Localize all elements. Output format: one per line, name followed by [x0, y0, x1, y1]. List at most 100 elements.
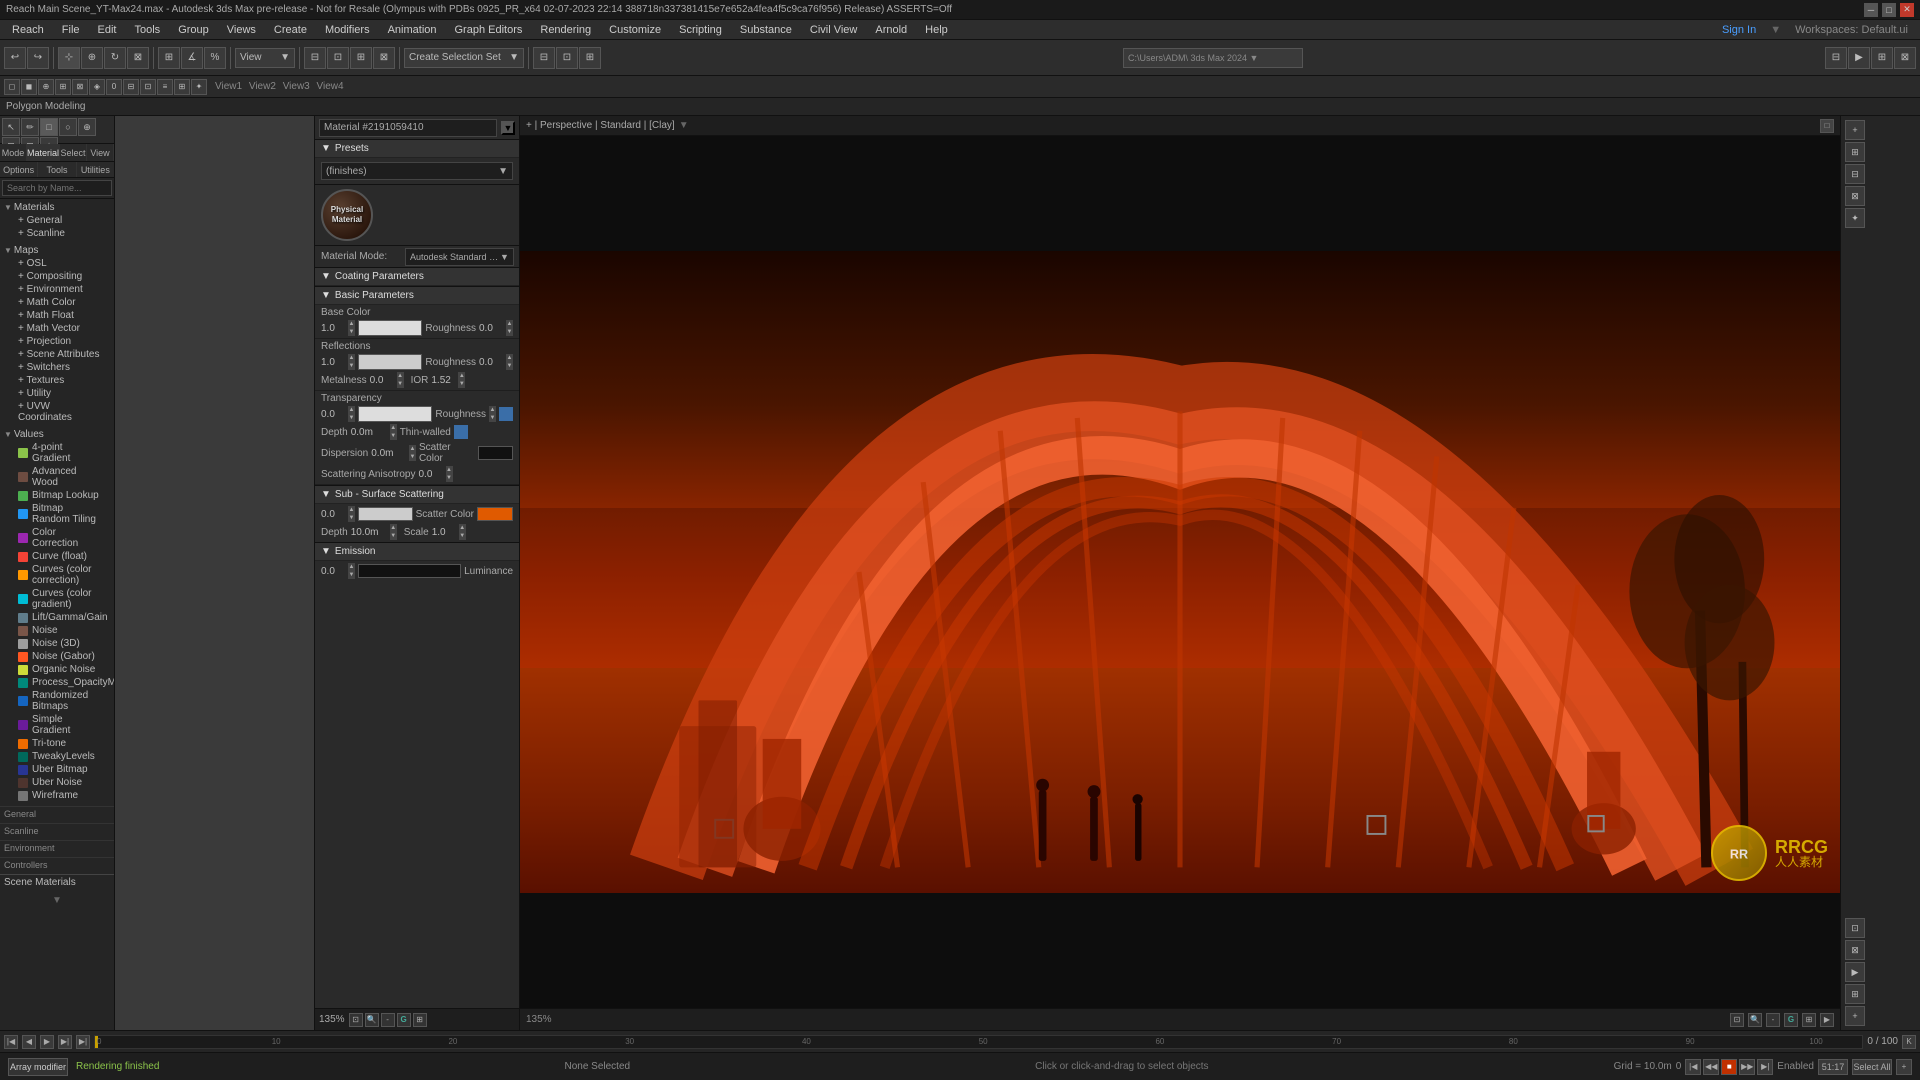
menu-animation[interactable]: Animation: [380, 22, 445, 38]
menu-file[interactable]: File: [54, 22, 88, 38]
menu-views[interactable]: Views: [219, 22, 264, 38]
render-button[interactable]: ▶: [1848, 47, 1870, 69]
signin-button[interactable]: Sign In: [1714, 22, 1764, 38]
menu-customize[interactable]: Customize: [601, 22, 669, 38]
item-wireframe[interactable]: Wireframe: [4, 789, 110, 802]
maps-header[interactable]: ▼ Maps: [4, 244, 110, 257]
lp-icon-pen[interactable]: ✏: [21, 118, 39, 136]
sub-tool-5[interactable]: ⊠: [72, 79, 88, 95]
rp-view-btn-5[interactable]: +: [1845, 1006, 1865, 1026]
menu-create[interactable]: Create: [266, 22, 315, 38]
search-input[interactable]: [2, 180, 112, 196]
timeline-prev-button[interactable]: ◀: [22, 1035, 36, 1049]
sss-scale-up[interactable]: ▲: [459, 524, 466, 532]
material-close-button[interactable]: ▼: [501, 121, 515, 135]
item-randomized[interactable]: Randomized Bitmaps: [4, 689, 110, 713]
rrough-up[interactable]: ▲: [506, 354, 513, 362]
item-organic[interactable]: Organic Noise: [4, 663, 110, 676]
rp-view-btn-1[interactable]: ⊡: [1845, 918, 1865, 938]
sub-tool-2[interactable]: ◼: [21, 79, 37, 95]
item-textures[interactable]: + Textures: [4, 374, 110, 387]
timeline-next-button[interactable]: ▶|: [58, 1035, 72, 1049]
item-osl[interactable]: + OSL: [4, 257, 110, 270]
lp-icon-circle[interactable]: ○: [59, 118, 77, 136]
base-color-swatch[interactable]: [358, 320, 422, 336]
timeline-track[interactable]: 0 10 20 30 40 50 60 70 80 90 100: [94, 1035, 1863, 1049]
vp-btn-6[interactable]: ▶: [1820, 1013, 1834, 1027]
emission-up[interactable]: ▲: [348, 563, 355, 571]
rrough-dn[interactable]: ▼: [506, 362, 513, 370]
viewport-expand-icon[interactable]: ▼: [679, 120, 689, 131]
move-tool[interactable]: ⊕: [81, 47, 103, 69]
timeline-end-button[interactable]: ▶|: [76, 1035, 90, 1049]
vp-btn-5[interactable]: ⊞: [1802, 1013, 1816, 1027]
item-math-vector[interactable]: + Math Vector: [4, 322, 110, 335]
render-setup-button[interactable]: ⊟: [1825, 47, 1847, 69]
depth-dn[interactable]: ▼: [390, 432, 397, 440]
item-tritone[interactable]: Tri-tone: [4, 737, 110, 750]
sub-tool-8[interactable]: ⊟: [123, 79, 139, 95]
undo-button[interactable]: ↩: [4, 47, 26, 69]
view-toggle-button[interactable]: G: [397, 1013, 411, 1027]
close-button[interactable]: ✕: [1900, 3, 1914, 17]
sub-tool-1[interactable]: ◻: [4, 79, 20, 95]
tab-select[interactable]: Select: [60, 144, 87, 161]
select-all-button[interactable]: Select All: [1852, 1059, 1892, 1075]
item-math-color[interactable]: + Math Color: [4, 296, 110, 309]
lp-icon-link[interactable]: ⊕: [78, 118, 96, 136]
emission-color-swatch[interactable]: [358, 564, 461, 578]
item-utility[interactable]: + Utility: [4, 387, 110, 400]
trans-dn[interactable]: ▼: [348, 414, 355, 422]
timeline-play-button[interactable]: ▶: [40, 1035, 54, 1049]
trans-blue-btn[interactable]: [499, 407, 513, 421]
scale-tool[interactable]: ⊠: [127, 47, 149, 69]
materials-header[interactable]: ▼ Materials: [4, 201, 110, 214]
menu-graph-editors[interactable]: Graph Editors: [447, 22, 531, 38]
item-noise3d[interactable]: Noise (3D): [4, 637, 110, 650]
item-tweaky[interactable]: TweakyLevels: [4, 750, 110, 763]
sss-scale-dn[interactable]: ▼: [459, 532, 466, 540]
sub-tool-7[interactable]: 0: [106, 79, 122, 95]
rough-dn[interactable]: ▼: [506, 328, 513, 336]
layer2-button[interactable]: ⊡: [556, 47, 578, 69]
emission-header[interactable]: ▼Emission: [315, 543, 519, 561]
sss-color-swatch[interactable]: [358, 507, 413, 521]
item-scanline[interactable]: + Scanline: [4, 227, 110, 240]
coating-header[interactable]: ▼Coating Parameters: [315, 268, 519, 286]
view1-label[interactable]: View1: [215, 81, 242, 92]
refl-dn[interactable]: ▼: [348, 362, 355, 370]
snap-percent-button[interactable]: %: [204, 47, 226, 69]
render-frame-button[interactable]: ⊞: [1871, 47, 1893, 69]
sub-tool-11[interactable]: ⊞: [174, 79, 190, 95]
mat-preview-sphere[interactable]: PhysicalMaterial: [321, 189, 373, 241]
presets-dropdown[interactable]: (finishes)▼: [321, 162, 513, 180]
snap-3d-button[interactable]: ⊞: [158, 47, 180, 69]
depth-up[interactable]: ▲: [390, 424, 397, 432]
play-stop-button[interactable]: ■: [1721, 1059, 1737, 1075]
item-process-opacity[interactable]: Process_OpacityMap: [4, 676, 110, 689]
item-uber-bitmap[interactable]: Uber Bitmap: [4, 763, 110, 776]
maximize-button[interactable]: □: [1882, 3, 1896, 17]
scroll-down-icon[interactable]: ▼: [0, 890, 114, 910]
item-uvw[interactable]: + UVW Coordinates: [4, 400, 110, 424]
layer3-button[interactable]: ⊞: [579, 47, 601, 69]
menu-edit[interactable]: Edit: [90, 22, 125, 38]
view4-label[interactable]: View4: [317, 81, 344, 92]
sub-tool-10[interactable]: ≡: [157, 79, 173, 95]
metal-up[interactable]: ▲: [397, 372, 404, 380]
sub-tool-4[interactable]: ⊞: [55, 79, 71, 95]
material-editor-button[interactable]: ⊠: [1894, 47, 1916, 69]
play-end-button[interactable]: ▶|: [1757, 1059, 1773, 1075]
item-bitmap-random[interactable]: Bitmap Random Tiling: [4, 502, 110, 526]
lp-icon-box[interactable]: □: [40, 118, 58, 136]
clone-button[interactable]: ⊠: [373, 47, 395, 69]
array-modifier-button[interactable]: Array modifier: [8, 1058, 68, 1076]
base-up[interactable]: ▲: [348, 320, 355, 328]
view-frame-button[interactable]: ⊞: [413, 1013, 427, 1027]
rotate-tool[interactable]: ↻: [104, 47, 126, 69]
layer-button[interactable]: ⊟: [533, 47, 555, 69]
play-prev-button[interactable]: ◀◀: [1703, 1059, 1719, 1075]
rp-btn-4[interactable]: ⊠: [1845, 186, 1865, 206]
item-math-float[interactable]: + Math Float: [4, 309, 110, 322]
stop-label-button[interactable]: 51:17: [1818, 1059, 1848, 1075]
